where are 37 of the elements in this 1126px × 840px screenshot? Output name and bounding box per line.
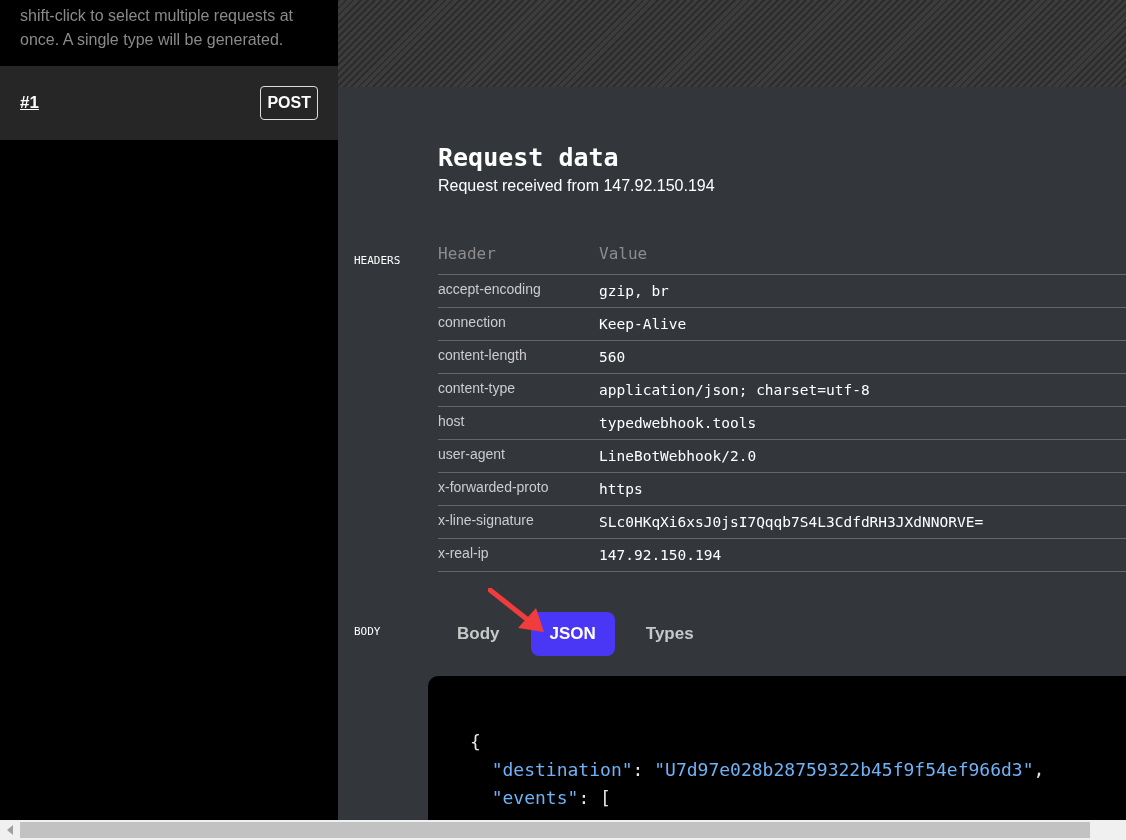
table-cell: 147.92.150.194 [599,538,1126,572]
scrollbar-thumb[interactable] [20,822,1090,838]
table-cell: x-real-ip [438,538,599,572]
table-cell: accept-encoding [438,274,599,308]
table-cell: host [438,406,599,440]
section-label: HEADERS [354,253,402,269]
column-header: Value [599,244,1126,275]
table-cell: typedwebhook.tools [599,406,1126,440]
column-header: Header [438,244,599,275]
horizontal-scrollbar[interactable] [0,820,1126,840]
table-cell: x-line-signature [438,505,599,539]
table-cell: gzip, br [599,274,1126,308]
tab[interactable]: Types [626,612,713,656]
table-cell: Keep-Alive [599,307,1126,341]
method-badge: POST [260,86,318,120]
table-cell: x-forwarded-proto [438,472,599,506]
request-item[interactable]: #1 POST [0,66,338,140]
table-cell: application/json; charset=utf-8 [599,373,1126,407]
scroll-left-icon[interactable] [6,825,14,835]
page-title: Request data [438,142,620,174]
section-label: BODY [354,624,382,640]
tab[interactable]: JSON [530,612,615,656]
request-link[interactable]: #1 [20,93,39,113]
tab[interactable]: Body [438,612,519,656]
table-cell: https [599,472,1126,506]
code-line: { [470,730,482,754]
table-cell: user-agent [438,439,599,473]
code-line: "destination": "U7d97e028b28759322b45f9f54ef966d3", [490,758,1046,782]
table-cell: content-type [438,373,599,407]
code-line: "events": [ [490,786,612,810]
table-cell: SLc0HKqXi6xsJ0jsI7Qqqb7S4L3CdfdRH3JXdNNORVE= [599,505,1126,539]
subtitle: Request received from 147.92.150.194 [438,176,716,196]
table-cell: 560 [599,340,1126,374]
table-cell: LineBotWebhook/2.0 [599,439,1126,473]
hint-text: shift-click to select multiple requests at once. A single type will be generated. [19,6,294,50]
table-cell: content-length [438,340,599,374]
table-cell: connection [438,307,599,341]
